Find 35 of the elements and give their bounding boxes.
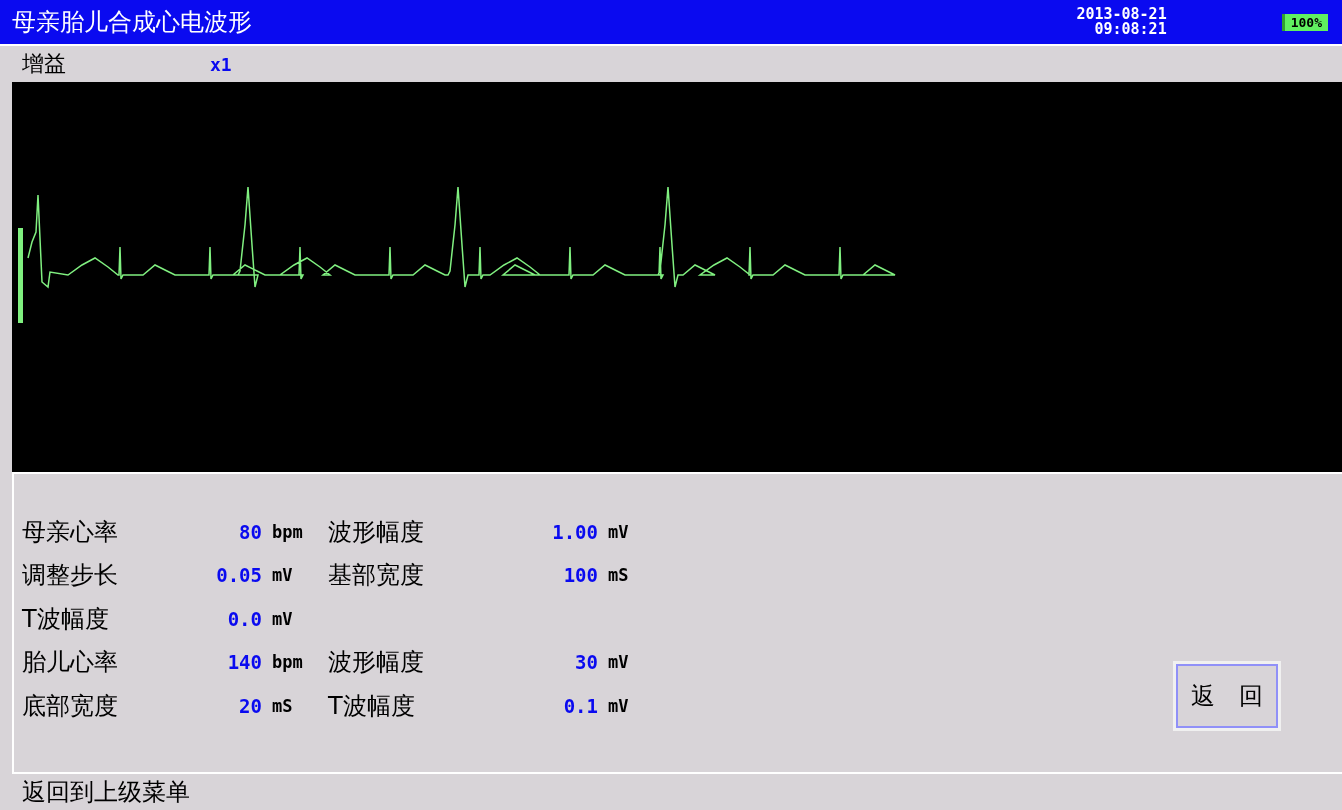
unit-text: bpm [272,652,304,673]
parameter-value[interactable]: 100 [438,564,608,587]
parameter-label: 胎儿心率 [22,647,119,679]
date-text: 2013-08-21 [1076,7,1167,22]
unit-text: mV [272,565,294,586]
parameter-label: 波形幅度 [328,647,425,679]
parameter-label: 波形幅度 [328,516,425,548]
unit-text: mS [608,565,630,586]
parameter-label: 基部宽度 [328,560,425,592]
unit-text: mV [272,608,294,629]
parameter-label: 母亲心率 [22,516,119,548]
unit-text: mS [272,695,294,716]
parameter-value[interactable]: 30 [438,651,608,674]
back-button[interactable]: 返 回 [1176,664,1278,728]
status-text: 返回到上级菜单 [21,777,191,808]
time-text: 09:08:21 [1094,22,1167,37]
parameter-value[interactable]: 0.0 [152,607,272,630]
gain-value: x1 [210,53,232,75]
window-title: 母亲胎儿合成心电波形 [12,7,253,38]
unit-text: mV [608,695,630,716]
battery-indicator: 100% [1281,13,1328,31]
parameter-value[interactable]: 0.1 [438,694,608,717]
parameter-value[interactable]: 80 [152,520,272,543]
parameter-label: T波幅度 [328,690,416,722]
parameter-value[interactable]: 20 [152,694,272,717]
parameter-value[interactable]: 140 [152,651,272,674]
unit-text: bpm [272,521,304,542]
parameter-label: T波幅度 [22,603,110,635]
parameter-label: 底部宽度 [22,690,119,722]
parameter-value[interactable]: 0.05 [152,564,272,587]
parameter-label: 调整步长 [22,560,119,592]
unit-text: mV [608,521,630,542]
parameter-value[interactable]: 1.00 [438,520,608,543]
unit-text: mV [608,652,630,673]
gain-label: 增益 [22,50,67,78]
